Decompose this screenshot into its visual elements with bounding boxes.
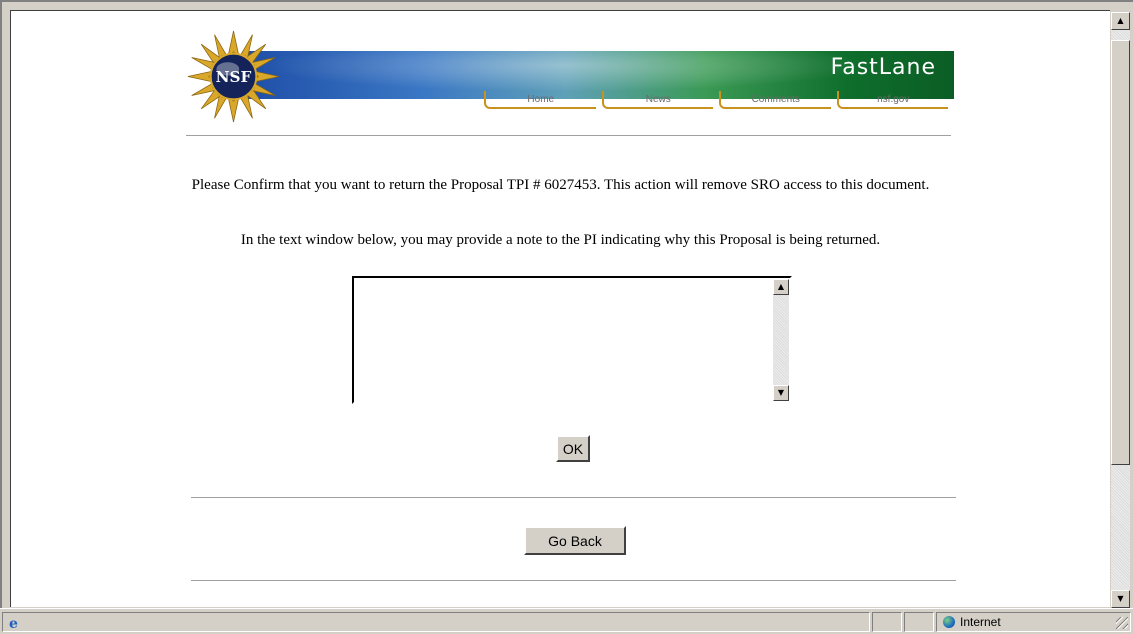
scroll-up-icon[interactable]: ▲ xyxy=(1111,12,1130,30)
note-scroll-up-icon[interactable]: ▲ xyxy=(773,279,789,295)
nav-nsf-gov-link[interactable]: nsf.gov xyxy=(836,91,948,109)
note-instruction: In the text window below, you may provid… xyxy=(240,232,881,248)
zone-label: Internet xyxy=(960,615,1001,629)
window-scrollbar[interactable]: ▲ ▼ xyxy=(1111,12,1130,608)
zone-cell: Internet xyxy=(936,612,1131,632)
ok-button[interactable]: OK xyxy=(556,435,590,462)
divider-middle xyxy=(191,497,956,499)
nav-news-link[interactable]: News xyxy=(601,91,713,109)
seal-text: NSF xyxy=(216,68,252,86)
brand-title: FastLane xyxy=(830,55,936,80)
note-scroll-down-icon[interactable]: ▼ xyxy=(773,385,789,401)
fastlane-banner: FastLane NSF Home News Comments nsf.gov xyxy=(186,29,956,124)
confirm-message: Please Confirm that you want to return t… xyxy=(191,177,930,193)
note-scrollbar[interactable]: ▲ ▼ xyxy=(773,279,789,401)
status-cell-a xyxy=(872,612,902,632)
ie-page-icon: e xyxy=(9,616,18,632)
nav-comments-link[interactable]: Comments xyxy=(719,91,831,109)
scroll-thumb[interactable] xyxy=(1111,40,1130,465)
divider-bottom xyxy=(191,580,956,582)
banner-nav: Home News Comments nsf.gov xyxy=(484,91,954,109)
return-note-textarea[interactable] xyxy=(352,276,792,404)
nsf-seal-icon: NSF xyxy=(187,30,280,123)
page-content: FastLane NSF Home News Comments nsf.gov … xyxy=(10,10,1110,607)
status-cell-b xyxy=(904,612,934,632)
resize-grip-icon[interactable] xyxy=(1116,617,1128,629)
go-back-button[interactable]: Go Back xyxy=(524,526,626,555)
scroll-down-icon[interactable]: ▼ xyxy=(1111,590,1130,608)
status-message-cell: e xyxy=(2,612,870,632)
globe-icon xyxy=(943,616,955,628)
divider-top xyxy=(186,135,951,137)
status-bar: e Internet xyxy=(0,608,1133,634)
nav-home-link[interactable]: Home xyxy=(484,91,596,109)
browser-viewport: FastLane NSF Home News Comments nsf.gov … xyxy=(0,0,1133,608)
